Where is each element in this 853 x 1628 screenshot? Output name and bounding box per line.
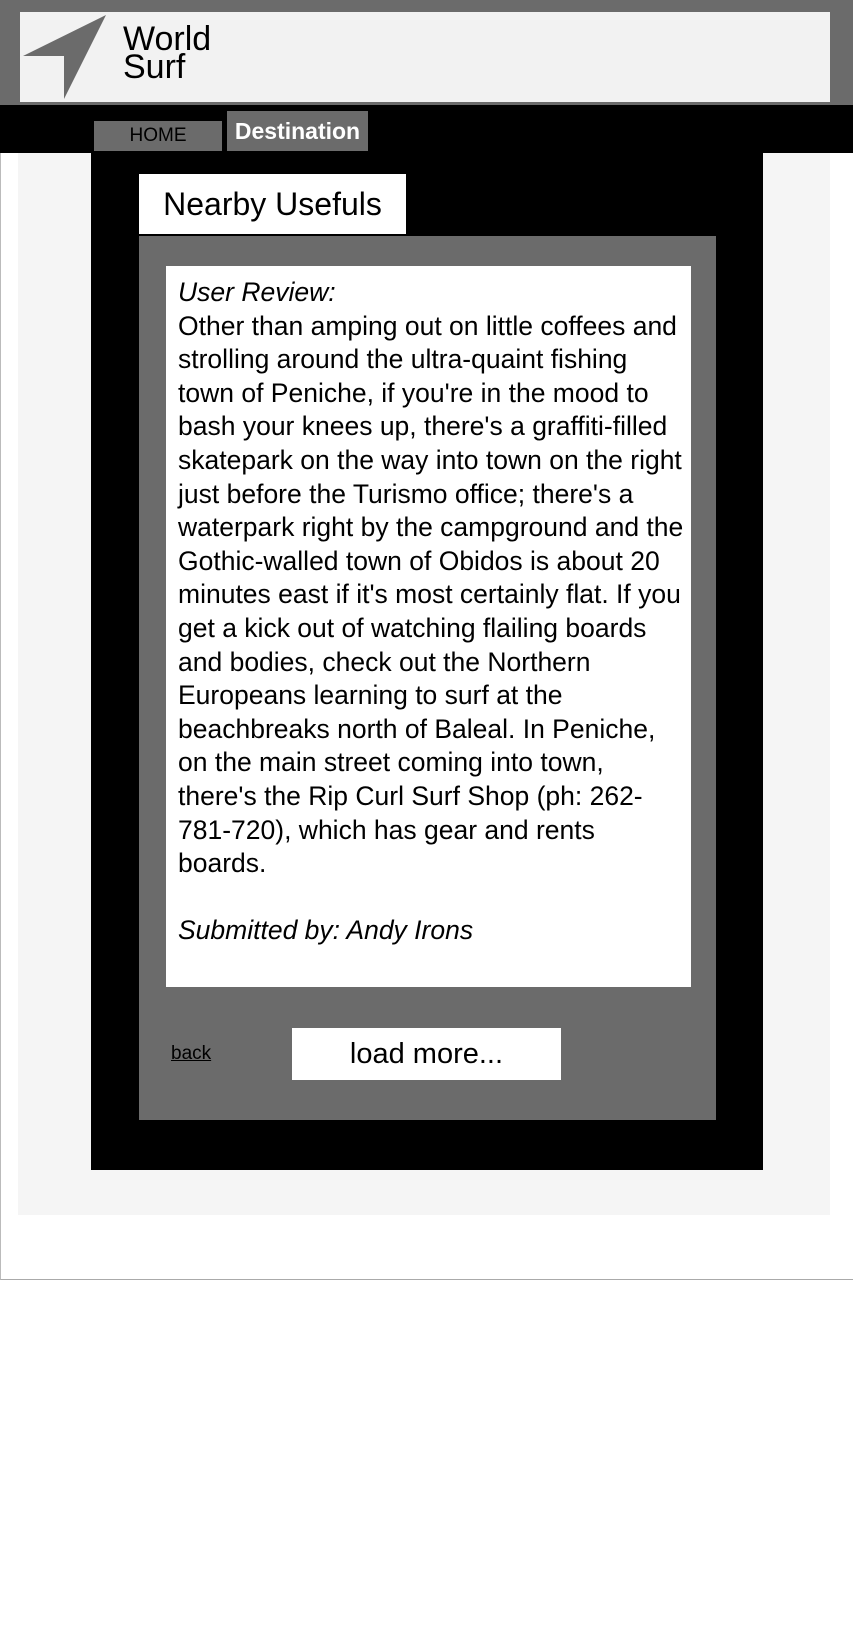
review-body: Other than amping out on little coffees … xyxy=(178,310,684,879)
nav-tab-home[interactable]: HOME xyxy=(94,121,222,151)
site-logo-text: World Surf xyxy=(123,22,211,84)
review-heading: User Review: xyxy=(178,277,336,307)
back-link[interactable]: back xyxy=(171,1043,211,1065)
review-author: Submitted by: Andy Irons xyxy=(178,915,474,946)
nav-tab-destination[interactable]: Destination xyxy=(227,111,368,151)
section-title: Nearby Usefuls xyxy=(139,174,406,234)
navigation-arrow-icon xyxy=(22,14,108,100)
load-more-button[interactable]: load more... xyxy=(292,1028,561,1080)
review-card: User Review: Other than amping out on li… xyxy=(166,266,691,987)
